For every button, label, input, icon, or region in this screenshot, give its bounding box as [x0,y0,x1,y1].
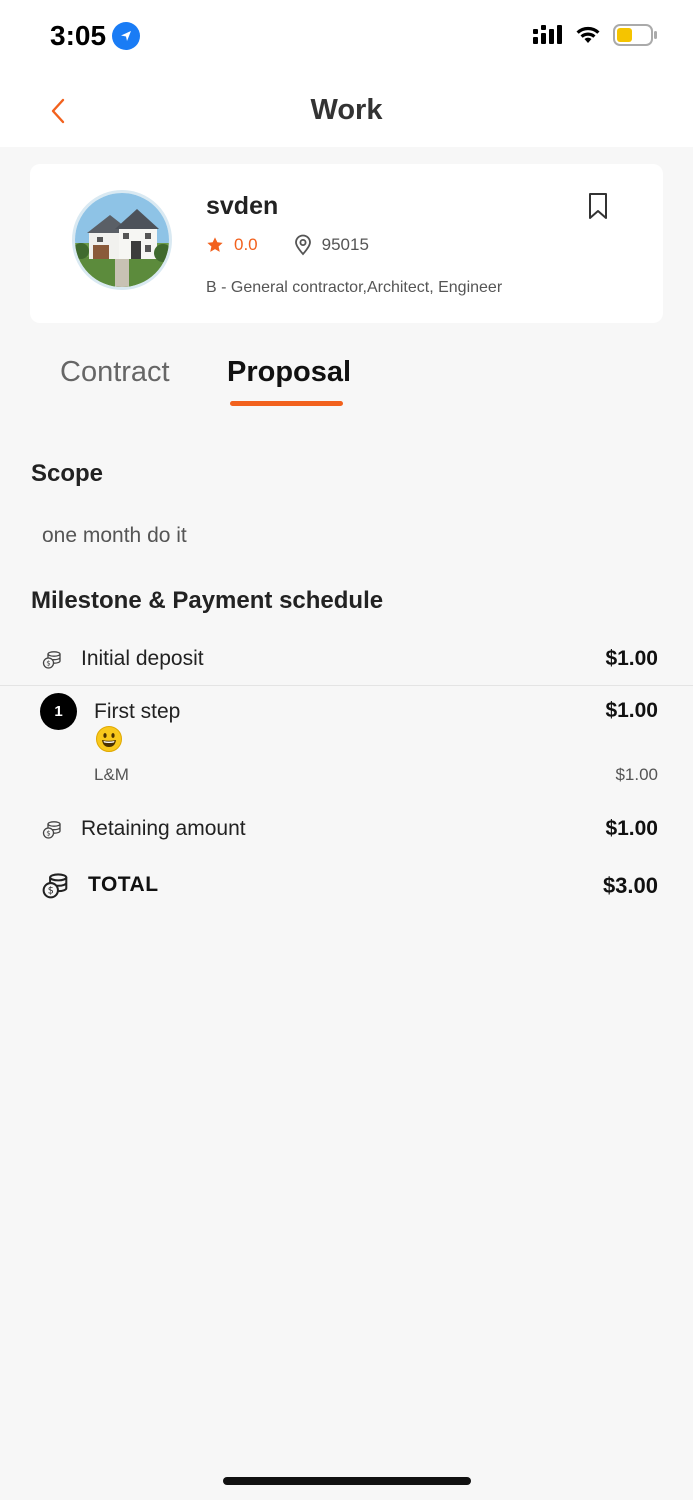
rating-row: 0.0 95015 [206,234,369,256]
milestone-number-badge: 1 [40,693,77,730]
bookmark-icon [589,193,607,219]
status-indicators [533,24,657,46]
divider [0,685,693,686]
house-photo [75,193,169,287]
smiley-emoji-icon [96,726,122,752]
coins-icon: $ [42,821,61,839]
schedule-title: Milestone & Payment schedule [31,587,384,614]
nav-header: Work [0,75,693,147]
svg-text:$: $ [46,660,50,668]
scope-title: Scope [31,460,104,487]
clock-text: 3:05 [50,20,107,51]
svg-text:$: $ [48,886,54,897]
home-indicator [223,1477,471,1485]
milestone-label: First step [94,700,181,723]
battery-icon [613,24,657,46]
page-title: Work [310,94,383,126]
contractor-name: svden [206,192,279,220]
location-pin-icon [294,234,311,256]
bookmark-button[interactable] [585,191,613,223]
tab-contract[interactable]: Contract [60,356,170,389]
status-time: 3:05 [50,20,141,52]
signal-icon [533,25,562,44]
initial-deposit-label: Initial deposit [81,647,204,670]
retaining-amount-value: $1.00 [605,817,658,840]
zip-code: 95015 [321,235,369,254]
scope-text: one month do it [42,524,187,547]
contractor-card[interactable]: svden 0.0 95015 B - General contractor,A… [30,164,663,323]
avatar [72,190,172,290]
milestone-sub-amount: $1.00 [615,765,658,784]
coins-icon: $ [42,651,61,669]
total-label: TOTAL [88,873,159,896]
initial-deposit-amount: $1.00 [605,647,658,670]
total-amount: $3.00 [602,873,658,898]
location-arrow-icon [112,22,141,50]
tab-proposal[interactable]: Proposal [227,356,351,389]
milestone-amount: $1.00 [605,699,658,722]
svg-text:$: $ [46,830,50,838]
milestone-sub-label: L&M [94,765,129,784]
star-icon [207,237,223,252]
coins-icon: $ [42,873,68,899]
wifi-icon [576,26,600,43]
license-text: B - General contractor,Architect, Engine… [206,279,503,296]
rating-value: 0.0 [234,235,258,254]
status-bar: 3:05 [0,0,693,75]
retaining-amount-label: Retaining amount [81,817,246,840]
active-tab-indicator [230,401,343,406]
